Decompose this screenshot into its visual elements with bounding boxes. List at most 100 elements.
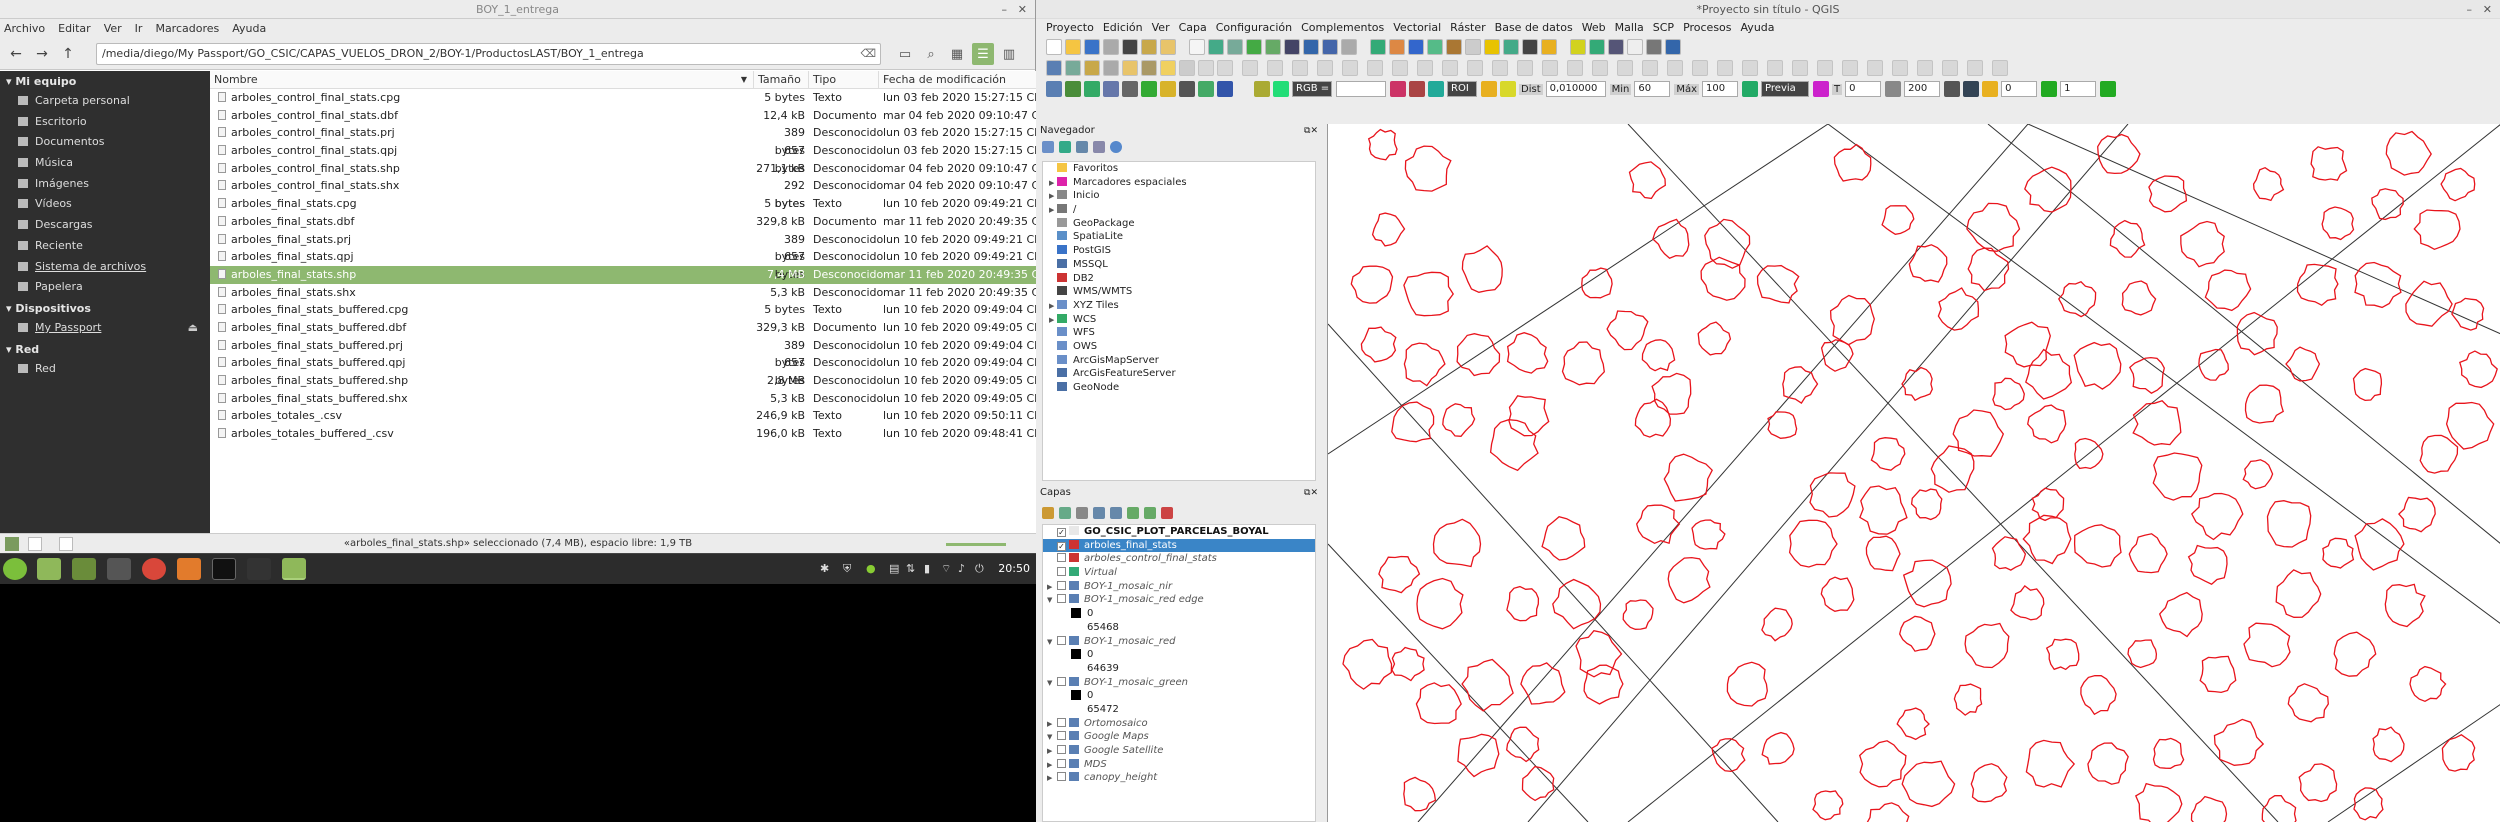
dist-field[interactable]: 0,010000 xyxy=(1545,81,1606,97)
qgis-menu-item[interactable]: Ayuda xyxy=(1741,21,1775,34)
tree-crown-polygon[interactable] xyxy=(2242,459,2274,490)
tree-crown-polygon[interactable] xyxy=(1992,377,2025,411)
tree-crown-polygon[interactable] xyxy=(1865,535,1901,572)
cut-features-icon[interactable] xyxy=(1267,60,1283,76)
column-header-fecha[interactable]: Fecha de modificación xyxy=(879,71,1036,88)
pan-icon[interactable] xyxy=(1189,39,1205,55)
tree-crown-polygon[interactable] xyxy=(1966,202,2021,252)
tree-crown-polygon[interactable] xyxy=(2285,346,2321,382)
save-as-icon[interactable] xyxy=(1103,39,1119,55)
plot-icon[interactable] xyxy=(1141,81,1157,97)
tree-crown-polygon[interactable] xyxy=(2419,434,2459,474)
network-tray-icon[interactable]: ⇅ xyxy=(906,562,915,575)
zoom-full-icon[interactable] xyxy=(1265,39,1281,55)
new-virtual-layer-icon[interactable] xyxy=(1103,60,1119,76)
new-shapefile-icon[interactable] xyxy=(1084,60,1100,76)
add-roi-icon[interactable] xyxy=(1500,81,1516,97)
tree-crown-polygon[interactable] xyxy=(2204,269,2252,312)
tree-crown-polygon[interactable] xyxy=(2385,130,2432,176)
tree-crown-polygon[interactable] xyxy=(1910,488,1943,521)
tree-crown-polygon[interactable] xyxy=(2190,492,2244,541)
tree-crown-polygon[interactable] xyxy=(1457,733,1500,778)
zoom-preview-icon[interactable] xyxy=(1742,81,1759,97)
expand-arrow-icon[interactable]: ▶ xyxy=(1049,190,1057,204)
new-map-view-icon[interactable] xyxy=(1389,39,1405,55)
identify-icon[interactable] xyxy=(1446,39,1462,55)
layer-checkbox[interactable] xyxy=(1057,594,1066,604)
expand-arrow-icon[interactable]: ▼ xyxy=(1047,731,1057,745)
tree-crown-polygon[interactable] xyxy=(2384,583,2426,628)
file-row[interactable]: arboles_final_stats_buffered.dbf 329,3 kB… xyxy=(210,319,1048,337)
tree-crown-polygon[interactable] xyxy=(2010,584,2045,621)
list-view-icon[interactable]: ☰ xyxy=(972,43,994,65)
delete-part-icon[interactable] xyxy=(1567,60,1583,76)
sidebar-item-my-passport[interactable]: My Passport ⏏ xyxy=(0,318,210,339)
statistics-icon[interactable] xyxy=(1541,39,1557,55)
navigator-item[interactable]: PostGIS xyxy=(1043,244,1315,258)
delete-selected-icon[interactable] xyxy=(1242,60,1258,76)
layer-checkbox[interactable] xyxy=(1057,567,1066,577)
change-label-icon[interactable] xyxy=(1817,60,1833,76)
refresh-icon[interactable] xyxy=(1059,141,1071,153)
tree-crown-polygon[interactable] xyxy=(2354,261,2402,309)
tree-crown-polygon[interactable] xyxy=(1663,453,1713,502)
layer-item[interactable]: ▶ Ortomosaico xyxy=(1043,717,1315,731)
column-header-nombre[interactable]: Nombre ▼ xyxy=(210,71,754,88)
expand-arrow-icon[interactable]: ▶ xyxy=(1047,745,1057,759)
file-row[interactable]: arboles_totales_buffered_.csv 196,0 kB Tex… xyxy=(210,425,1048,443)
histogram-icon[interactable] xyxy=(1963,81,1980,97)
tree-crown-polygon[interactable] xyxy=(1506,585,1540,622)
add-group-icon[interactable] xyxy=(1059,507,1071,519)
vertex-editor-icon[interactable] xyxy=(1867,60,1883,76)
file-row[interactable]: arboles_final_stats.cpg 5 bytes Texto lun 1… xyxy=(210,195,1048,213)
zoom-rgb-icon[interactable] xyxy=(1273,81,1289,97)
refresh-icon[interactable] xyxy=(1254,81,1270,97)
files-launcher-icon[interactable] xyxy=(37,558,61,580)
refresh-map-icon[interactable] xyxy=(1427,39,1443,55)
tree-crown-polygon[interactable] xyxy=(1342,638,1393,690)
tree-crown-polygon[interactable] xyxy=(2134,782,2183,822)
tree-crown-polygon[interactable] xyxy=(1641,339,1676,372)
s-icon[interactable] xyxy=(1885,81,1902,97)
navigator-item[interactable]: WFS xyxy=(1043,326,1315,340)
tree-crown-polygon[interactable] xyxy=(2190,795,2228,822)
fill-ring-icon[interactable] xyxy=(1517,60,1533,76)
save-edits-icon[interactable] xyxy=(1179,60,1195,76)
tree-crown-polygon[interactable] xyxy=(1350,265,1394,304)
terminal-icon[interactable] xyxy=(212,558,236,580)
menu-ver[interactable]: Ver xyxy=(104,22,122,35)
file-row[interactable]: arboles_final_stats_buffered.shp 2,8 MB De… xyxy=(210,372,1048,390)
sidebar-section-red[interactable]: ▾ Red xyxy=(0,339,210,359)
file-row[interactable]: arboles_control_final_stats.prj 389 bytes… xyxy=(210,124,1048,157)
warning-icon[interactable] xyxy=(1160,81,1176,97)
preview-color-icon[interactable] xyxy=(1813,81,1830,97)
rgb-value-field[interactable] xyxy=(1336,81,1386,97)
sidebar-item-carpeta-personal[interactable]: Carpeta personal xyxy=(0,91,210,112)
layer-item[interactable]: ✓ GO_CSIC_PLOT_PARCELAS_BOYAL xyxy=(1043,525,1315,539)
qgis-menu-item[interactable]: Malla xyxy=(1615,21,1644,34)
remove-layer-icon[interactable] xyxy=(1161,507,1173,519)
zoom-slider[interactable] xyxy=(946,543,1006,546)
tree-crown-polygon[interactable] xyxy=(1908,244,1948,283)
tree-crown-polygon[interactable] xyxy=(1964,622,2010,669)
layer-item[interactable]: ▶ Google Satellite xyxy=(1043,744,1315,758)
tree-crown-polygon[interactable] xyxy=(2187,544,2228,585)
tree-crown-polygon[interactable] xyxy=(1667,556,1711,604)
tree-crown-polygon[interactable] xyxy=(2440,167,2476,202)
layer-item[interactable]: ▼ BOY-1_mosaic_red xyxy=(1043,635,1315,649)
roi-select[interactable]: ROI xyxy=(1447,81,1477,97)
run-icon[interactable] xyxy=(2100,81,2117,97)
qgis-menu-item[interactable]: Vectorial xyxy=(1393,21,1441,34)
expand-arrow-icon[interactable]: ▶ xyxy=(1047,759,1057,773)
zoom-in-icon[interactable] xyxy=(1227,39,1243,55)
tree-crown-polygon[interactable] xyxy=(1360,326,1397,363)
file-row[interactable]: arboles_control_final_stats.shx 292 bytes… xyxy=(210,177,1053,210)
sidebar-item-reciente[interactable]: Reciente xyxy=(0,236,210,257)
sidebar-toggle-icon[interactable] xyxy=(5,537,19,551)
volume-icon[interactable]: ♪ xyxy=(958,562,965,575)
layer-item[interactable]: ▶ canopy_height xyxy=(1043,771,1315,785)
plugin-b-icon[interactable] xyxy=(1917,60,1933,76)
search-icon[interactable]: ⌕ xyxy=(920,43,942,65)
layer-checkbox[interactable] xyxy=(1057,772,1066,782)
reshape-icon[interactable] xyxy=(1592,60,1608,76)
